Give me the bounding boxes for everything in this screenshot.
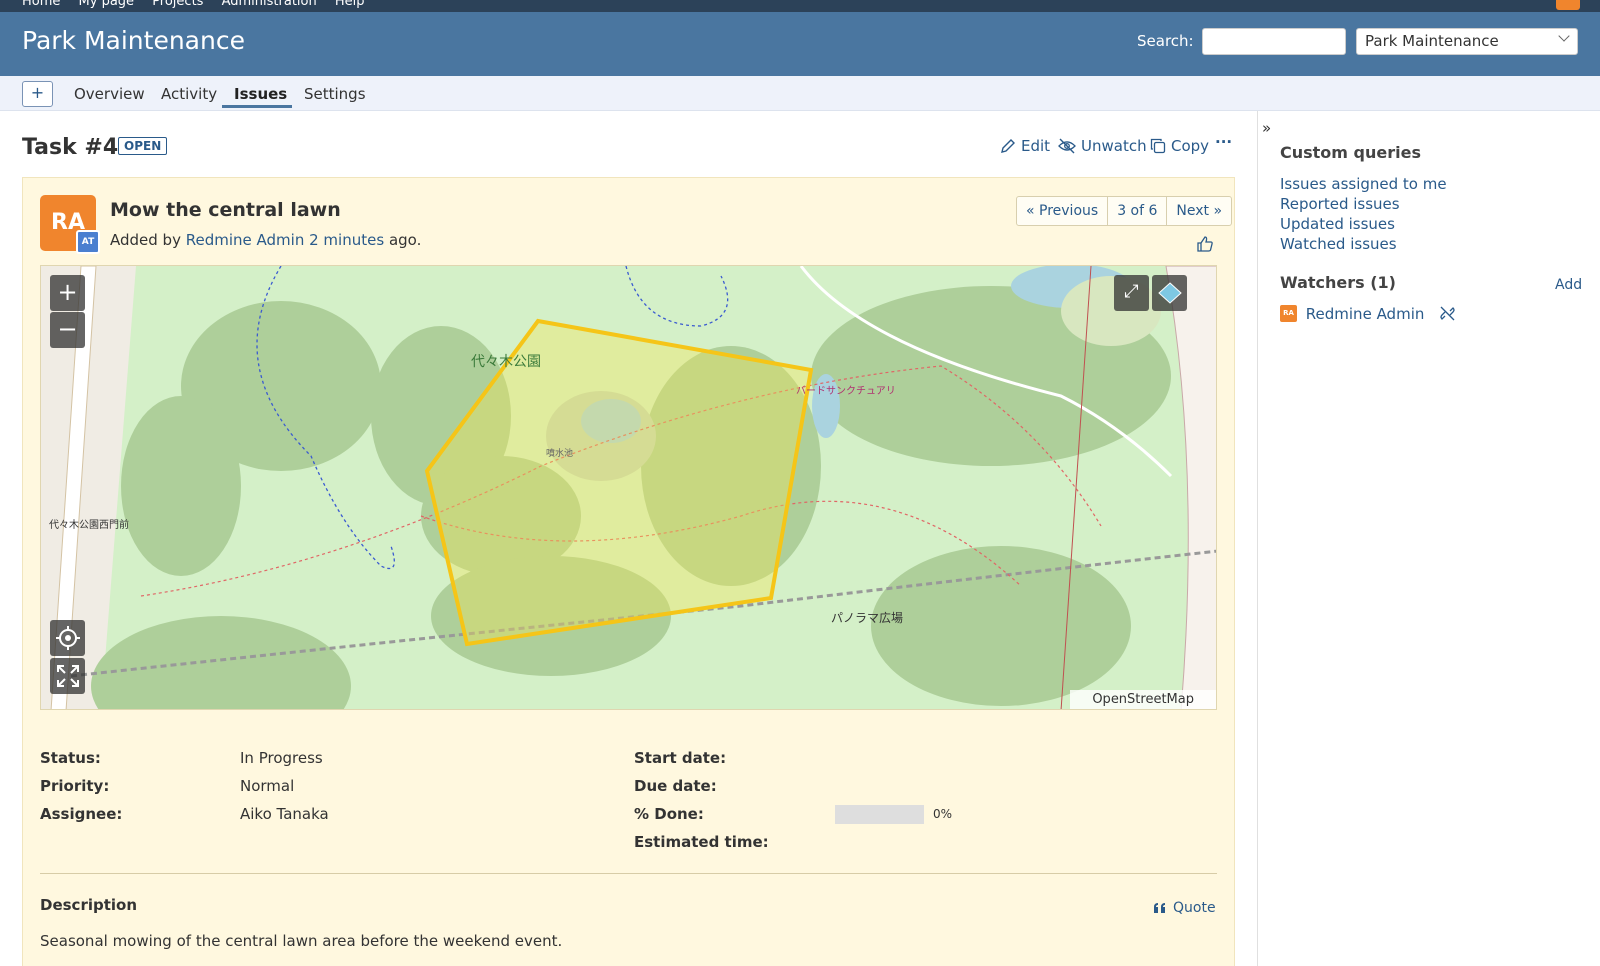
zoom-extent-button[interactable]	[50, 658, 85, 694]
add-watcher-link[interactable]: Add	[1555, 277, 1582, 293]
copy-label: Copy	[1171, 137, 1210, 155]
status-label: Status:	[40, 749, 101, 767]
next-issue-link[interactable]: Next »	[1167, 197, 1231, 225]
map-label-bird: バードサンクチュアリ	[796, 385, 896, 397]
tab-settings[interactable]: Settings	[304, 85, 366, 103]
estimated-time-label: Estimated time:	[634, 833, 769, 851]
chevron-down-icon	[1558, 30, 1570, 42]
remove-watcher-icon[interactable]	[1439, 305, 1456, 322]
map-label-pond: 噴水池	[546, 447, 573, 459]
issue-map[interactable]: 代々木公園 パノラマ広場 バードサンクチュアリ 噴水池 代々木公園西門前 + −…	[40, 265, 1217, 710]
query-watched-issues[interactable]: Watched issues	[1280, 235, 1397, 253]
watcher-avatar: RA	[1280, 305, 1297, 322]
eye-off-icon	[1058, 138, 1076, 154]
issue-position[interactable]: 3 of 6	[1108, 197, 1168, 225]
assignee-avatar: AT	[76, 230, 100, 254]
query-updated-issues[interactable]: Updated issues	[1280, 215, 1395, 233]
expand-arrows-icon: ⤢	[1124, 281, 1139, 302]
map-tiles: 代々木公園 パノラマ広場 バードサンクチュアリ 噴水池 代々木公園西門前	[41, 266, 1216, 709]
due-date-label: Due date:	[634, 777, 717, 795]
author-line: Added by Redmine Admin 2 minutes ago.	[110, 231, 421, 249]
quote-button[interactable]: Quote	[1153, 900, 1216, 916]
added-by-text: Added by	[110, 231, 181, 249]
search-input[interactable]	[1202, 28, 1346, 55]
zoom-extent-icon	[56, 665, 79, 687]
map-label-station: 代々木公園西門前	[49, 518, 129, 531]
watchers-heading: Watchers (1)	[1280, 273, 1396, 292]
issue-pager: « Previous 3 of 6 Next »	[1016, 196, 1233, 226]
assignee-link[interactable]: Aiko Tanaka	[240, 805, 329, 823]
tab-issues[interactable]: Issues	[234, 85, 287, 103]
project-title[interactable]: Park Maintenance	[22, 26, 245, 55]
collapse-sidebar-icon[interactable]: »	[1262, 119, 1271, 137]
more-actions-button[interactable]: ···	[1215, 133, 1232, 151]
top-menu-help[interactable]: Help	[335, 0, 365, 9]
status-value: In Progress	[240, 749, 323, 767]
percent-done-value: 0%	[933, 807, 953, 821]
top-menu-projects[interactable]: Projects	[152, 0, 203, 9]
issue-content: Task #4 OPEN Edit Unwatch Copy ··· RA AT…	[0, 111, 1257, 966]
layer-switcher-button[interactable]	[1152, 275, 1187, 311]
description-text: Seasonal mowing of the central lawn area…	[40, 932, 563, 950]
unwatch-button[interactable]: Unwatch	[1058, 137, 1147, 155]
top-menu-my-page[interactable]: My page	[79, 0, 135, 9]
watcher-name-link[interactable]: Redmine Admin	[1306, 305, 1425, 323]
previous-issue-link[interactable]: « Previous	[1017, 197, 1109, 225]
description-heading: Description	[40, 896, 138, 914]
user-avatar[interactable]	[1556, 0, 1580, 10]
map-label-plaza: パノラマ広場	[831, 611, 903, 625]
top-menu-home[interactable]: Home	[22, 0, 60, 9]
percent-done-label: % Done:	[634, 805, 704, 823]
unwatch-label: Unwatch	[1081, 137, 1147, 155]
top-menu: Home My page Projects Administration Hel…	[0, 0, 1600, 12]
quote-icon	[1154, 903, 1165, 913]
search-label: Search:	[1137, 32, 1194, 50]
edit-label: Edit	[1021, 137, 1051, 155]
priority-value: Normal	[240, 777, 295, 795]
issue-details-box: RA AT Mow the central lawn Added by Redm…	[22, 177, 1235, 966]
project-jump-select[interactable]: Park Maintenance	[1356, 28, 1578, 55]
issue-heading: Task #4	[22, 135, 119, 160]
description-divider	[40, 873, 1217, 874]
copy-button[interactable]: Copy	[1150, 137, 1209, 155]
zoom-in-button[interactable]: +	[50, 275, 85, 311]
layers-icon	[1157, 282, 1182, 304]
status-badge: OPEN	[118, 137, 168, 155]
author-link[interactable]: Redmine Admin	[186, 231, 305, 249]
issue-attributes: Status: In Progress Priority: Normal Ass…	[40, 733, 1217, 863]
new-object-button[interactable]: +	[22, 81, 53, 107]
issue-subject: Mow the central lawn	[110, 199, 341, 221]
zoom-out-button[interactable]: −	[50, 312, 85, 348]
top-menu-administration[interactable]: Administration	[222, 0, 317, 9]
active-tab-indicator	[222, 105, 292, 108]
header: Park Maintenance Search: Park Maintenanc…	[0, 12, 1600, 76]
map-label-park: 代々木公園	[471, 354, 541, 370]
map-attribution[interactable]: OpenStreetMap	[1070, 690, 1216, 709]
time-ago-link[interactable]: 2 minutes	[309, 231, 384, 249]
priority-label: Priority:	[40, 777, 110, 795]
main-menu: + Overview Activity Issues Settings	[0, 76, 1600, 111]
tab-activity[interactable]: Activity	[161, 85, 217, 103]
sidebar: » Custom queries Issues assigned to me R…	[1257, 111, 1600, 966]
query-assigned-to-me[interactable]: Issues assigned to me	[1280, 175, 1447, 193]
progress-bar	[835, 805, 924, 824]
quote-label: Quote	[1173, 900, 1216, 916]
project-select-value: Park Maintenance	[1365, 32, 1499, 50]
pencil-icon	[1001, 139, 1015, 153]
copy-icon	[1150, 138, 1166, 154]
fullscreen-map-button[interactable]: ⤢	[1114, 275, 1149, 311]
locate-button[interactable]	[50, 620, 85, 656]
start-date-label: Start date:	[634, 749, 727, 767]
custom-queries-heading: Custom queries	[1280, 143, 1421, 162]
ago-text: ago.	[388, 231, 422, 249]
crosshair-icon	[55, 626, 80, 650]
thumbs-up-icon[interactable]	[1196, 235, 1214, 253]
assignee-label: Assignee:	[40, 805, 123, 823]
tab-overview[interactable]: Overview	[74, 85, 145, 103]
query-reported-issues[interactable]: Reported issues	[1280, 195, 1400, 213]
watcher-item: RA Redmine Admin	[1280, 304, 1456, 324]
edit-button[interactable]: Edit	[1000, 137, 1050, 155]
